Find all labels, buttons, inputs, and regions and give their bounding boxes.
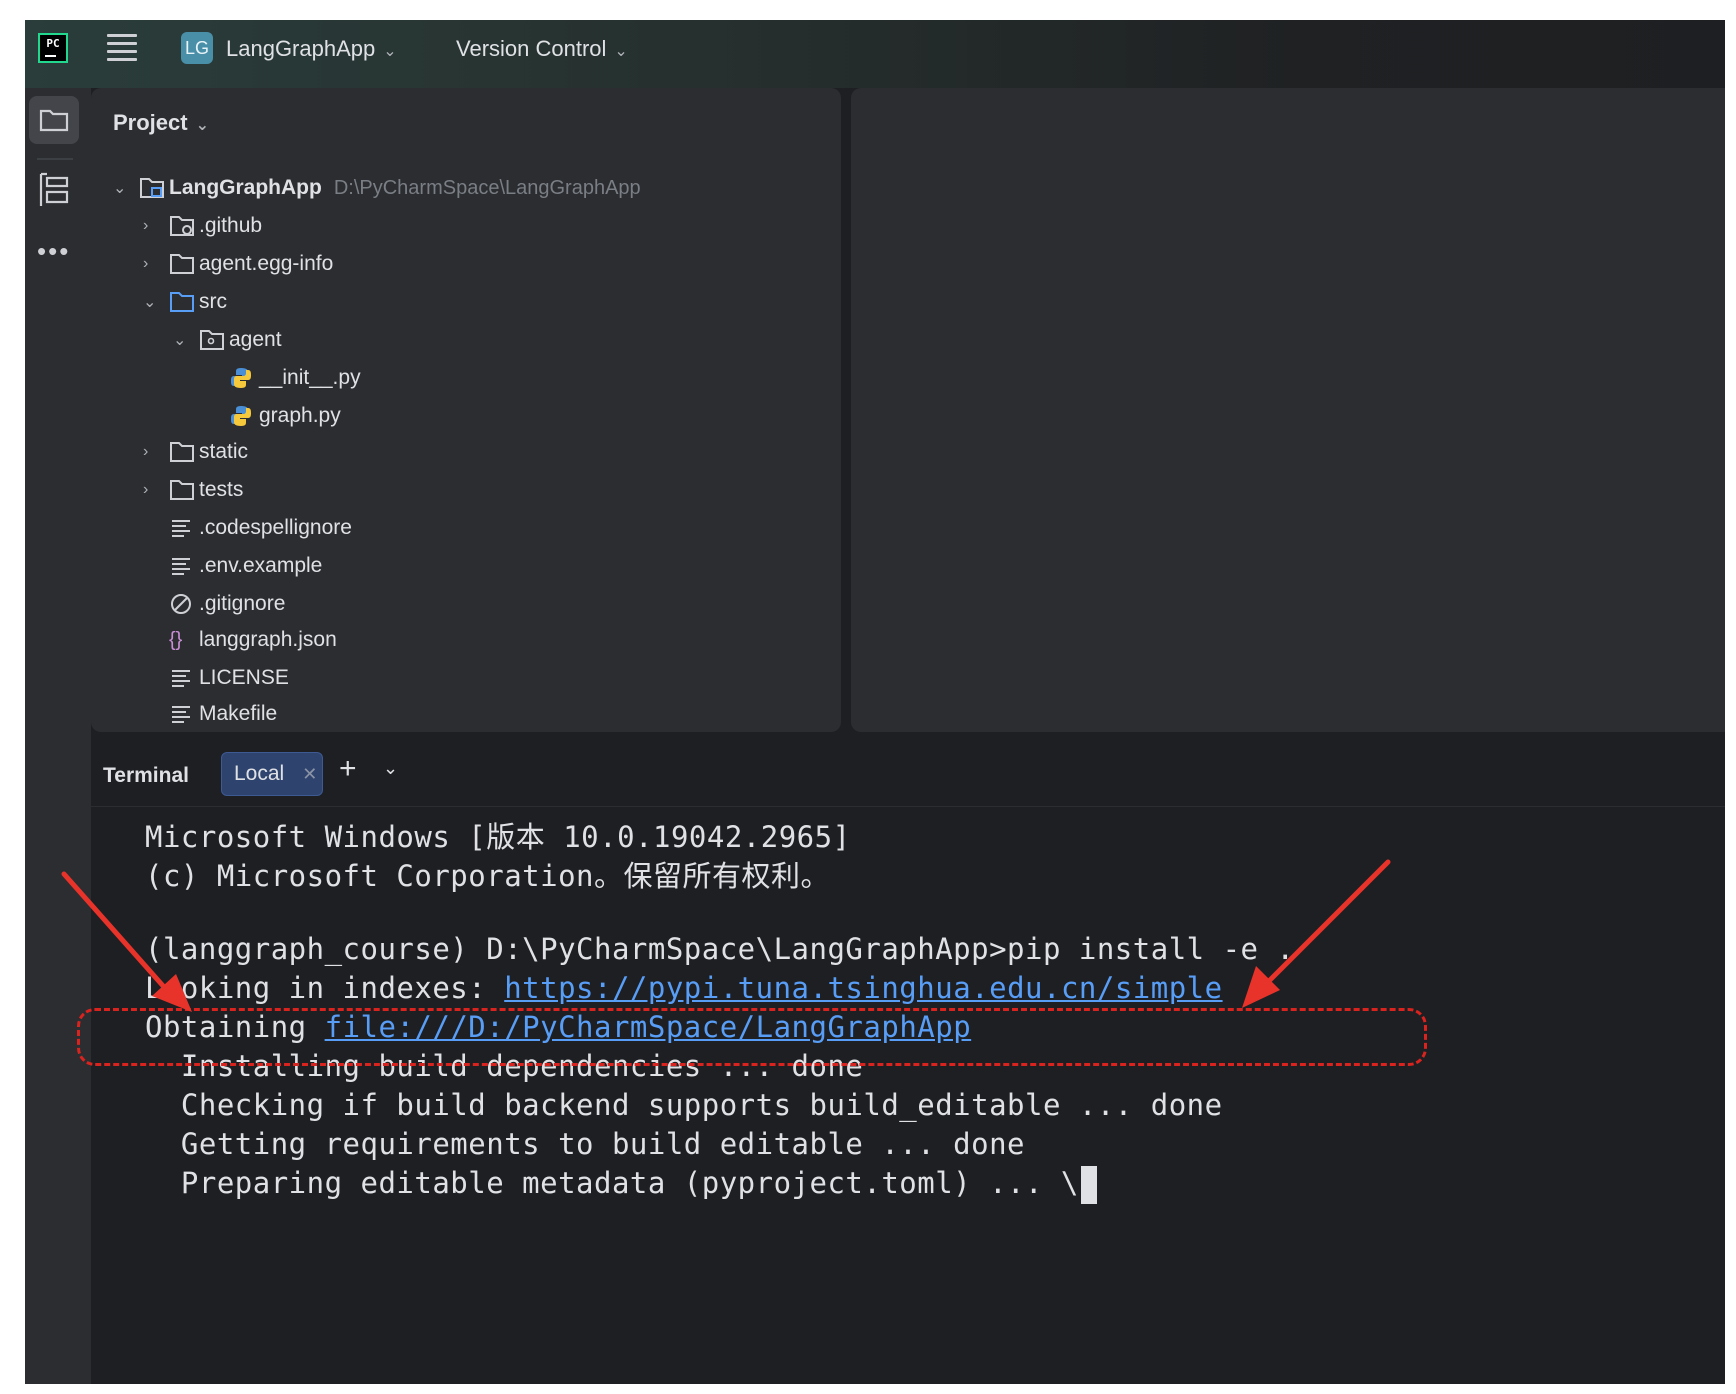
project-panel-header[interactable]: Project ⌄ <box>113 110 209 136</box>
tree-item-agent[interactable]: ⌄ agent <box>173 322 282 358</box>
index-url-link[interactable]: https://pypi.tuna.tsinghua.edu.cn/simple <box>504 971 1222 1005</box>
tree-item-label: static <box>199 440 249 463</box>
terminal-text: Preparing editable metadata (pyproject.t… <box>145 1166 1079 1200</box>
terminal-line: Checking if build backend supports build… <box>145 1088 1223 1122</box>
folder-icon <box>169 477 199 503</box>
tree-item-label: .github <box>199 214 263 237</box>
tool-window-strip: ••• <box>25 88 91 1384</box>
tree-item-license[interactable]: LICENSE <box>169 660 289 696</box>
tree-item-label: .gitignore <box>199 592 286 615</box>
python-file-icon <box>229 365 259 391</box>
tree-item-label: langgraph.json <box>199 628 337 651</box>
tree-item-label: .env.example <box>199 554 323 577</box>
tree-item-label: .codespellignore <box>199 516 352 539</box>
version-control-menu[interactable]: Version Control ⌄ <box>456 36 628 62</box>
tree-item-label: __init__.py <box>259 366 361 389</box>
terminal-line: (c) Microsoft Corporation。保留所有权利。 <box>145 859 830 893</box>
ide-window: PC LG LangGraphApp ⌄ Version Control ⌄ •••… <box>25 20 1725 1384</box>
tree-item-label: graph.py <box>259 404 341 427</box>
terminal-line: Looking in indexes: https://pypi.tuna.ts… <box>145 971 1223 1005</box>
project-badge[interactable]: LG <box>181 32 213 64</box>
tree-item-agent-egg-info[interactable]: › agent.egg-info <box>143 246 333 282</box>
tree-root[interactable]: ⌄ LangGraphApp D:\PyCharmSpace\LangGraph… <box>113 170 641 206</box>
chevron-right-icon[interactable]: › <box>143 255 169 273</box>
chevron-right-icon[interactable]: › <box>143 481 169 499</box>
tree-item-graph-py[interactable]: graph.py <box>229 398 341 434</box>
project-panel: Project ⌄ ⌄ LangGraphApp D:\PyCharmSpace\… <box>91 88 869 732</box>
chevron-down-icon: ⌄ <box>195 117 209 134</box>
tree-item-codespellignore[interactable]: .codespellignore <box>169 510 352 546</box>
text-file-icon <box>169 701 199 727</box>
json-file-icon: {} <box>169 628 183 651</box>
terminal-divider <box>91 806 1725 807</box>
tree-item-env-example[interactable]: .env.example <box>169 548 322 584</box>
folder-icon <box>169 439 199 465</box>
editor-area[interactable] <box>851 88 1725 732</box>
close-icon[interactable]: ✕ <box>302 764 317 785</box>
folder-icon <box>169 251 199 277</box>
add-terminal-icon[interactable]: + <box>339 752 357 786</box>
terminal-tab-label: Local <box>234 762 285 785</box>
tree-item-github[interactable]: › .github <box>143 208 262 244</box>
root-folder-path: D:\PyCharmSpace\LangGraphApp <box>333 176 641 199</box>
terminal-text: Looking in indexes: <box>145 971 505 1005</box>
project-name: LangGraphApp <box>226 36 376 61</box>
folder-icon <box>39 109 69 132</box>
structure-icon <box>39 172 69 206</box>
chevron-right-icon[interactable]: › <box>143 443 169 461</box>
ignore-file-icon <box>169 591 199 617</box>
version-control-label: Version Control <box>456 36 607 61</box>
python-file-icon <box>229 403 259 429</box>
tree-item-label: LICENSE <box>199 666 289 689</box>
tree-item-gitignore[interactable]: .gitignore <box>169 586 285 622</box>
tree-item-label: Makefile <box>199 702 278 725</box>
source-folder-icon <box>169 289 199 315</box>
terminal-line: Microsoft Windows [版本 10.0.19042.2965] <box>145 820 851 854</box>
chevron-down-icon[interactable]: ⌄ <box>113 178 139 198</box>
text-file-icon <box>169 553 199 579</box>
terminal-cursor <box>1080 1166 1097 1204</box>
pycharm-logo: PC <box>38 33 68 63</box>
package-folder-icon <box>199 327 229 353</box>
github-folder-icon <box>169 213 199 239</box>
structure-tool-button[interactable] <box>35 170 75 210</box>
tree-item-src[interactable]: ⌄ src <box>143 284 227 320</box>
terminal-title: Terminal <box>103 764 189 787</box>
chevron-down-icon[interactable]: ⌄ <box>143 292 169 312</box>
highlight-box <box>77 1008 1427 1066</box>
chevron-down-icon[interactable]: ⌄ <box>383 758 398 779</box>
tree-item-static[interactable]: › static <box>143 434 248 470</box>
chevron-down-icon[interactable]: ⌄ <box>173 330 199 350</box>
root-folder-name: LangGraphApp <box>169 176 322 199</box>
module-folder-icon <box>139 175 169 201</box>
terminal-command-line: (langgraph_course) D:\PyCharmSpace\LangG… <box>145 932 1295 966</box>
terminal-tab-local[interactable]: Local ✕ <box>221 752 323 796</box>
strip-divider <box>37 158 73 160</box>
more-tools-icon[interactable]: ••• <box>37 236 70 267</box>
project-panel-title: Project <box>113 110 188 135</box>
tree-item-label: agent.egg-info <box>199 252 334 275</box>
project-switcher[interactable]: LangGraphApp ⌄ <box>226 36 397 62</box>
chevron-right-icon[interactable]: › <box>143 217 169 235</box>
terminal-line: Getting requirements to build editable .… <box>145 1127 1026 1161</box>
tree-item-makefile[interactable]: Makefile <box>169 696 277 732</box>
text-file-icon <box>169 515 199 541</box>
hamburger-menu-icon[interactable] <box>107 34 137 62</box>
tree-item-tests[interactable]: › tests <box>143 472 243 508</box>
tree-item-label: tests <box>199 478 244 501</box>
tree-item-langgraph-json[interactable]: {} langgraph.json <box>169 622 337 658</box>
chevron-down-icon: ⌄ <box>614 43 628 60</box>
terminal-line: Preparing editable metadata (pyproject.t… <box>145 1166 1097 1204</box>
tree-item-label: agent <box>229 328 282 351</box>
tree-item-init-py[interactable]: __init__.py <box>229 360 361 396</box>
text-file-icon <box>169 665 199 691</box>
project-tool-button[interactable] <box>29 96 79 144</box>
tree-item-label: src <box>199 290 227 313</box>
title-bar: PC LG LangGraphApp ⌄ Version Control ⌄ <box>25 20 1725 88</box>
chevron-down-icon: ⌄ <box>383 43 397 60</box>
